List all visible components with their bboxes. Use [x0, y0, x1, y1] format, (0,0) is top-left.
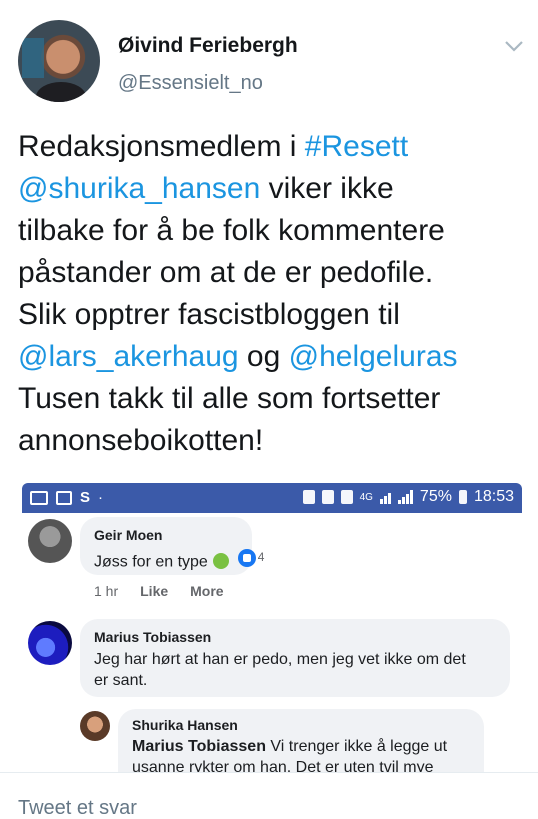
mention-link[interactable]: @lars_akerhaug [18, 340, 239, 373]
more-button[interactable]: More [190, 583, 223, 599]
commenter-name[interactable]: Marius Tobiassen [94, 629, 496, 645]
tweet-text-segment: og [238, 340, 289, 373]
reply-shurika-hansen: Shurika Hansen Marius Tobiassen Vi treng… [22, 707, 522, 773]
phone-status-bar: S · 4G 75% 18:53 [22, 483, 522, 513]
tweet-text-line: @shurika_hansen viker ikke [18, 168, 528, 210]
mute-icon [340, 490, 353, 504]
tweet-text-line: påstander om at de er pedofile. [18, 252, 528, 294]
comment-bubble: Shurika Hansen Marius Tobiassen Vi treng… [118, 709, 484, 773]
reply-bar[interactable]: Tweet et svar [0, 772, 538, 819]
sick-face-emoji-icon [213, 552, 230, 569]
hashtag-link[interactable]: #Resett [305, 130, 408, 163]
avatar-shirt [36, 82, 86, 102]
tweet-text-segment: tilbake for å be folk kommentere [18, 214, 445, 247]
tweet-text-segment: viker ikke [260, 172, 394, 205]
alarm-icon [321, 490, 334, 504]
mention-link[interactable]: @shurika_hansen [18, 172, 260, 205]
comment-bubble: Marius Tobiassen Jeg har hørt at han er … [80, 619, 510, 697]
like-reaction-icon[interactable] [237, 548, 256, 567]
comment-text-line: Vi trenger ikke å legge ut [265, 738, 448, 755]
clock-time: 18:53 [473, 488, 514, 505]
tweet-text-line: Slik opptrer fascistbloggen til [18, 294, 528, 336]
tweet-text-line: annonseboikotten! [18, 420, 528, 462]
tweet-text-segment: Tusen takk til alle som fortsetter [18, 382, 441, 415]
battery-icon [458, 490, 467, 504]
tweet-header: Øivind Feriebergh @Essensielt_no [0, 0, 538, 110]
network-label: 4G [359, 491, 373, 503]
app-icon: S [80, 489, 91, 506]
reaction-count: 4 [257, 550, 265, 564]
commenter-name[interactable]: Shurika Hansen [132, 717, 470, 733]
comment-time: 1 hr [94, 583, 119, 599]
comment-mention[interactable]: Marius Tobiassen [132, 738, 266, 755]
author-handle[interactable]: @Essensielt_no [118, 72, 263, 95]
gallery-icon [56, 490, 72, 505]
wifi-icon [379, 490, 391, 504]
avatar-background [22, 38, 44, 78]
reply-input[interactable]: Tweet et svar [18, 797, 137, 819]
tweet-text: Redaksjonsmedlem i #Resett @shurika_hanse… [18, 126, 528, 462]
chevron-down-icon[interactable] [500, 34, 528, 58]
tweet-text-segment: Redaksjonsmedlem i [18, 130, 305, 163]
tweet-text-line: tilbake for å be folk kommentere [18, 210, 528, 252]
tweet-text-line: Tusen takk til alle som fortsetter [18, 378, 528, 420]
comment-text-line: usanne rykter om han. Det er uten tvil m… [132, 759, 434, 773]
mention-link[interactable]: @helgeluras [289, 340, 458, 373]
comment-bubble: Geir Moen Jøss for en type 4 [80, 517, 264, 575]
tweet-text-line: @lars_akerhaug og @helgeluras [18, 336, 528, 378]
mail-icon [30, 490, 48, 505]
tweet-text-segment: påstander om at de er pedofile. [18, 256, 434, 289]
author-avatar[interactable] [18, 20, 100, 102]
signal-icon [397, 490, 413, 504]
tweet-text-segment: annonseboikotten! [18, 424, 264, 457]
comment-marius-tobiassen: Marius Tobiassen Jeg har hørt at han er … [22, 615, 522, 705]
tweet-text-line: Redaksjonsmedlem i #Resett [18, 126, 528, 168]
commenter-name[interactable]: Geir Moen [94, 527, 238, 543]
comment-text-line: er sant. [94, 672, 148, 689]
lock-icon [302, 490, 315, 504]
battery-percent: 75% [419, 488, 452, 505]
commenter-avatar[interactable] [28, 621, 72, 665]
like-button[interactable]: Like [140, 583, 168, 599]
commenter-avatar[interactable] [28, 519, 72, 563]
embedded-screenshot[interactable]: S · 4G 75% 18:53 Geir Moen Jøss for en t… [22, 483, 522, 773]
author-display-name[interactable]: Øivind Feriebergh [118, 34, 298, 58]
comment-geir-moen: Geir Moen Jøss for en type 4 1 hr Like M… [22, 513, 522, 603]
comment-text: Jøss for en type [94, 553, 208, 571]
comment-text-line: Jeg har hørt at han er pedo, men jeg vet… [94, 651, 466, 668]
notification-dot: · [98, 489, 104, 506]
commenter-avatar[interactable] [80, 711, 110, 741]
tweet-text-segment: Slik opptrer fascistbloggen til [18, 298, 400, 331]
